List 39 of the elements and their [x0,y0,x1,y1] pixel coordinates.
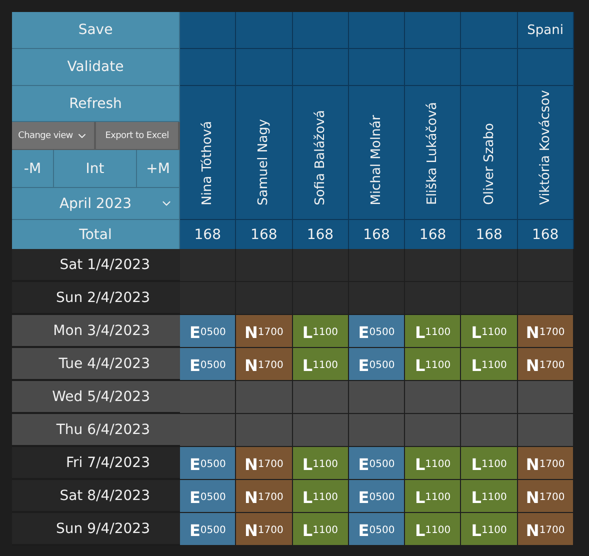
date-cell: Sat 8/4/2023 [12,480,180,513]
date-cell: Tue 4/4/2023 [12,348,180,381]
total-cell: 168 [292,220,349,249]
interval-button[interactable]: Int [54,150,137,188]
date-cell: Sun 9/4/2023 [12,513,180,546]
employee-name: Samuel Nagy [256,118,272,205]
total-cell: 168 [405,220,462,249]
next-month-button[interactable]: +M [137,150,180,188]
total-cell: 168 [180,220,236,249]
header-cell [405,12,462,49]
employee-name: Michal Molnár [368,114,384,205]
header-cell [236,12,293,49]
column-label: Spani [527,22,564,38]
date-cell: Mon 3/4/2023 [12,315,180,348]
header-cell [292,12,349,49]
total-label: Total [12,220,180,249]
date-cell: Sun 2/4/2023 [12,282,180,315]
date-cell: Sat 1/4/2023 [12,249,180,282]
employee-name: Sofia Balážová [312,110,328,205]
export-button[interactable]: Export to Excel [96,122,180,150]
date-cell: Wed 5/4/2023 [12,381,180,414]
employee-name: Viktória Kovácsov [538,90,553,205]
total-cell: 168 [518,220,574,249]
change-view-button[interactable]: Change view [12,122,96,150]
header-cell [180,12,236,49]
employee-name: Eliška Lukáčová [425,102,440,205]
total-cell: 168 [348,220,406,249]
date-cell: Fri 7/4/2023 [12,447,180,480]
refresh-button[interactable]: Refresh [12,86,180,122]
validate-button[interactable]: Validate [12,49,180,86]
total-cell: 168 [236,220,293,249]
save-button[interactable]: Save [12,12,180,49]
month-dropdown[interactable]: April 2023 [12,188,180,220]
total-cell: 168 [461,220,518,249]
employee-name: Nina Tóthová [200,120,216,205]
header-cell [348,12,406,49]
employee-name: Oliver Szabo [482,123,497,205]
date-cell: Thu 6/4/2023 [12,414,180,447]
previous-month-button[interactable]: -M [12,150,54,188]
